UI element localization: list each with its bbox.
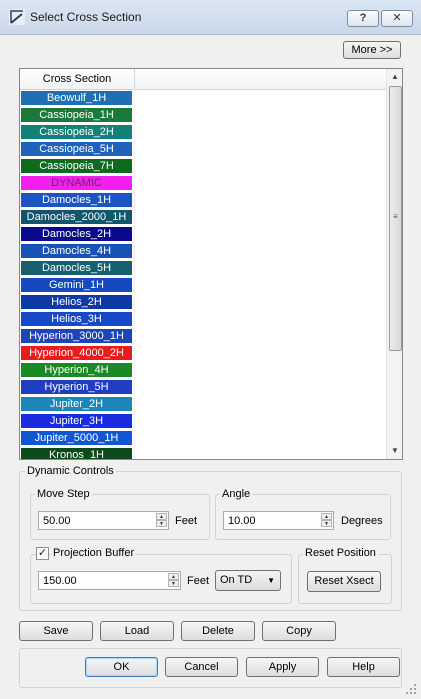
list-item[interactable]: Jupiter_3H (21, 414, 132, 428)
list-item[interactable]: Beowulf_1H (21, 91, 132, 105)
list-item[interactable]: Hyperion_5H (21, 380, 132, 394)
projection-buffer-unit: Feet (187, 575, 210, 587)
list-item[interactable]: Helios_2H (21, 295, 132, 309)
move-step-input[interactable]: 50.00 ▲ ▼ (38, 511, 169, 530)
spin-down-icon[interactable]: ▼ (156, 520, 167, 527)
angle-value: 10.00 (228, 515, 256, 527)
ok-button[interactable]: OK (85, 657, 158, 677)
list-item[interactable]: Jupiter_5000_1H (21, 431, 132, 445)
column-divider (134, 89, 135, 459)
list-item[interactable]: Hyperion_4H (21, 363, 132, 377)
projection-mode-value: On TD (220, 574, 253, 586)
cross-section-list[interactable]: Cross Section Beowulf_1H Cassiopeia_1H Cas… (19, 68, 403, 460)
move-step-unit: Feet (175, 515, 198, 527)
list-item[interactable]: Damocles_4H (21, 244, 132, 258)
scroll-down-icon[interactable]: ▼ (387, 443, 402, 459)
list-item[interactable]: Hyperion_3000_1H (21, 329, 132, 343)
angle-stepper[interactable]: ▲ ▼ (321, 513, 332, 528)
help-button[interactable]: Help (327, 657, 400, 677)
list-item[interactable]: Hyperion_4000_2H (21, 346, 132, 360)
list-item[interactable]: Kronos_1H (21, 448, 132, 459)
angle-label: Angle (220, 488, 253, 500)
spin-up-icon[interactable]: ▲ (168, 573, 179, 580)
spin-up-icon[interactable]: ▲ (156, 513, 167, 520)
spin-down-icon[interactable]: ▼ (168, 580, 179, 587)
reset-xsect-button[interactable]: Reset Xsect (307, 571, 381, 592)
angle-unit: Degrees (341, 515, 383, 527)
list-header: Cross Section (20, 69, 386, 90)
resize-grip-icon[interactable] (405, 683, 417, 695)
projection-buffer-checkbox[interactable]: ✓ (36, 547, 49, 560)
apply-button[interactable]: Apply (246, 657, 319, 677)
projection-buffer-label[interactable]: Projection Buffer (51, 547, 137, 559)
load-button[interactable]: Load (100, 621, 174, 641)
more-button[interactable]: More >> (343, 41, 401, 59)
projection-mode-select[interactable]: On TD ▼ (215, 570, 281, 591)
app-icon (9, 9, 25, 25)
move-step-value: 50.00 (43, 515, 71, 527)
save-button[interactable]: Save (19, 621, 93, 641)
spin-up-icon[interactable]: ▲ (321, 513, 332, 520)
grip-icon: ≡ (393, 212, 398, 221)
cancel-button[interactable]: Cancel (165, 657, 238, 677)
list-item[interactable]: Helios_3H (21, 312, 132, 326)
column-header-cross-section[interactable]: Cross Section (20, 69, 135, 89)
projection-buffer-value: 150.00 (43, 575, 77, 587)
spin-down-icon[interactable]: ▼ (321, 520, 332, 527)
angle-input[interactable]: 10.00 ▲ ▼ (223, 511, 334, 530)
reset-position-label: Reset Position (303, 547, 378, 559)
copy-button[interactable]: Copy (262, 621, 336, 641)
list-item[interactable]: Damocles_1H (21, 193, 132, 207)
close-icon[interactable]: ✕ (381, 10, 413, 27)
chevron-down-icon: ▼ (267, 576, 275, 585)
move-step-label: Move Step (35, 488, 92, 500)
scrollbar-thumb[interactable]: ≡ (389, 86, 402, 351)
dynamic-controls-title: Dynamic Controls (25, 465, 116, 477)
list-item[interactable]: DYNAMIC (21, 176, 132, 190)
title-bar: Select Cross Section ? ✕ (0, 0, 421, 35)
move-step-stepper[interactable]: ▲ ▼ (156, 513, 167, 528)
list-item[interactable]: Damocles_2H (21, 227, 132, 241)
list-item[interactable]: Cassiopeia_2H (21, 125, 132, 139)
list-item[interactable]: Cassiopeia_7H (21, 159, 132, 173)
list-item[interactable]: Gemini_1H (21, 278, 132, 292)
window-title: Select Cross Section (30, 10, 142, 24)
list-item[interactable]: Cassiopeia_1H (21, 108, 132, 122)
list-item[interactable]: Damocles_2000_1H (21, 210, 132, 224)
vertical-scrollbar[interactable]: ▲ ≡ ▼ (386, 69, 402, 459)
list-item[interactable]: Damocles_5H (21, 261, 132, 275)
list-item[interactable]: Cassiopeia_5H (21, 142, 132, 156)
projection-buffer-input[interactable]: 150.00 ▲ ▼ (38, 571, 181, 590)
projection-buffer-stepper[interactable]: ▲ ▼ (168, 573, 179, 588)
list-item[interactable]: Jupiter_2H (21, 397, 132, 411)
scroll-up-icon[interactable]: ▲ (387, 69, 402, 85)
help-icon[interactable]: ? (347, 10, 379, 27)
delete-button[interactable]: Delete (181, 621, 255, 641)
